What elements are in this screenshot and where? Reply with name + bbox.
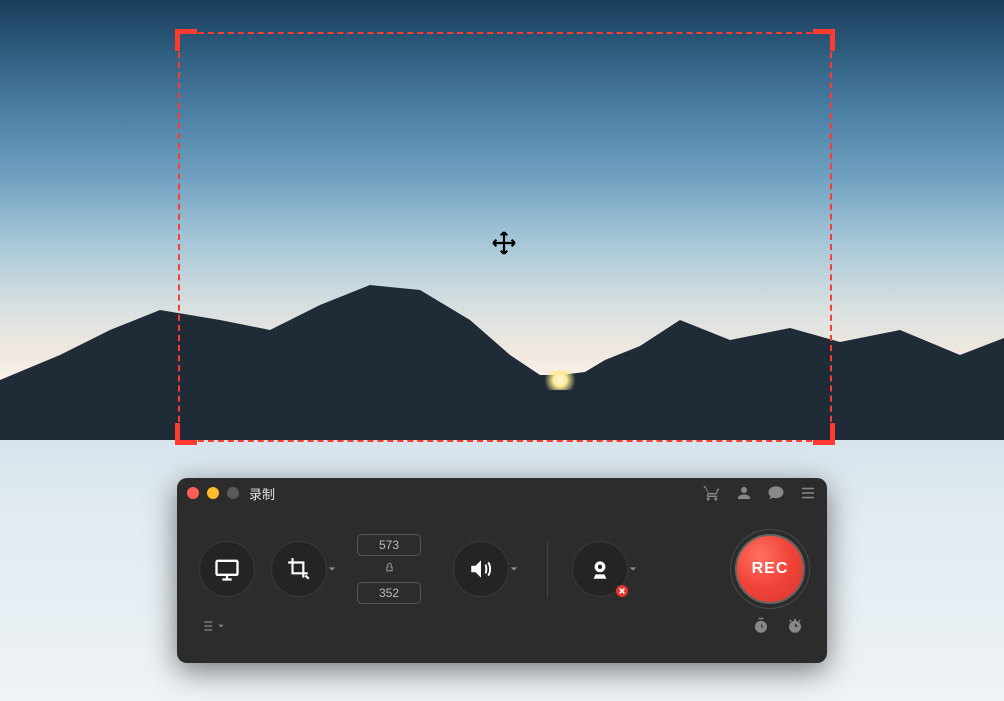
recordings-list-button[interactable] — [199, 618, 225, 634]
camera-disabled-badge — [615, 584, 629, 598]
schedule-button[interactable] — [785, 616, 805, 636]
chat-icon[interactable] — [767, 484, 785, 502]
window-title: 录制 — [249, 484, 275, 503]
dimensions-panel: 573 352 — [357, 534, 421, 604]
camera-source-button[interactable] — [572, 541, 628, 597]
audio-dropdown-caret[interactable] — [505, 564, 523, 574]
zoom-window-button[interactable] — [227, 487, 239, 499]
cart-icon[interactable] — [703, 484, 721, 502]
move-cursor-icon — [491, 230, 517, 256]
menu-icon[interactable] — [799, 484, 817, 502]
aspect-lock-icon[interactable] — [383, 562, 395, 576]
countdown-timer-button[interactable] — [751, 616, 771, 636]
window-controls — [187, 487, 239, 499]
user-icon[interactable] — [735, 484, 753, 502]
minimize-window-button[interactable] — [207, 487, 219, 499]
record-button[interactable]: REC — [735, 534, 805, 604]
close-window-button[interactable] — [187, 487, 199, 499]
crop-dropdown-caret[interactable] — [323, 564, 341, 574]
divider — [547, 541, 548, 597]
recorder-panel: 录制 — [177, 478, 827, 663]
record-button-label: REC — [752, 560, 789, 578]
height-input[interactable]: 352 — [357, 582, 421, 604]
crop-area-button[interactable] — [271, 541, 327, 597]
audio-source-button[interactable] — [453, 541, 509, 597]
titlebar: 录制 — [177, 478, 827, 508]
width-input[interactable]: 573 — [357, 534, 421, 556]
screen-source-button[interactable] — [199, 541, 255, 597]
